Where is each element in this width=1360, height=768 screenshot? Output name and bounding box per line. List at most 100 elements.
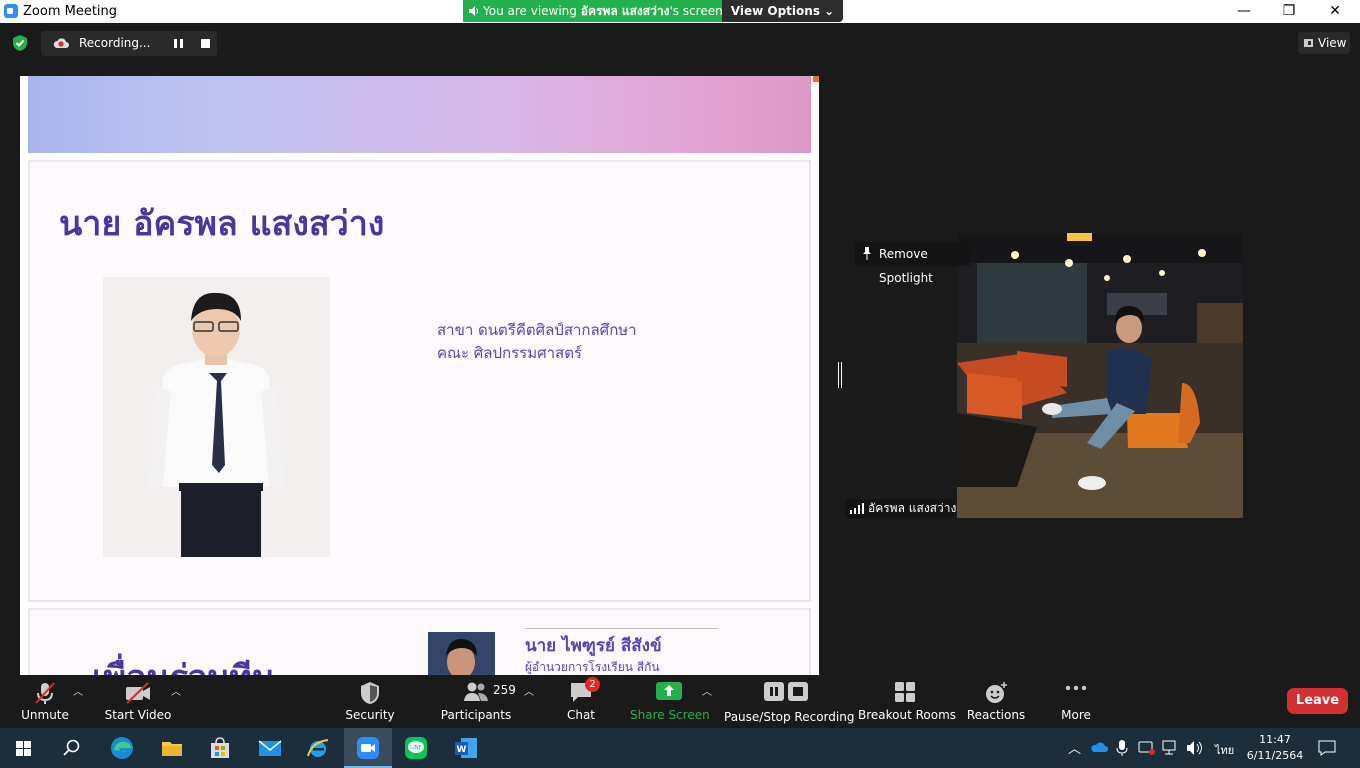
microphone-tray-icon[interactable] [1116, 740, 1128, 756]
pin-icon [863, 247, 871, 260]
taskbar-clock[interactable]: 11:47 6/11/2564 [1244, 732, 1306, 764]
pause-stop-recording-label: Pause/Stop Recording [724, 710, 855, 724]
banner-suffix: 's screen [669, 4, 722, 18]
search-icon[interactable] [58, 734, 86, 762]
participant-name-tag: อัครพล แสงสว่าง [845, 499, 957, 518]
video-off-icon [126, 682, 150, 704]
pause-stop-recording-button[interactable]: Pause/Stop Recording [724, 675, 855, 728]
volume-icon[interactable] [1186, 740, 1204, 756]
participants-icon [464, 682, 488, 701]
chat-unread-badge: 2 [585, 677, 600, 692]
speaker-icon [469, 6, 478, 16]
share-screen-icon [656, 682, 682, 700]
chat-label: Chat [566, 708, 596, 722]
windows-taskbar: LINE W ︿ ไทย 11:47 6/11/2564 [0, 728, 1360, 768]
pause-recording-icon[interactable] [174, 39, 183, 48]
close-button[interactable]: ✕ [1312, 0, 1358, 23]
zoom-taskbar-icon[interactable] [354, 734, 382, 762]
encryption-shield-icon[interactable] [12, 35, 28, 51]
input-language[interactable]: ไทย [1215, 741, 1234, 759]
unmute-label: Unmute [21, 708, 69, 722]
view-layout-icon [1304, 39, 1313, 47]
view-label: View [1318, 36, 1347, 50]
participants-chevron-icon[interactable]: ︿ [524, 683, 534, 698]
microsoft-store-icon[interactable] [206, 734, 234, 762]
title-bar: Zoom Meeting You are viewing อัครพล แสงส… [0, 0, 1360, 23]
microphone-muted-icon [35, 682, 55, 704]
profile-major: สาขา ดนตรีคีตศิลป์สากลศึกษา [437, 321, 637, 339]
profile-photo [103, 277, 330, 557]
spotlight-video[interactable] [957, 233, 1243, 518]
teammate-role: ผู้อำนวยการโรงเรียน สีกัน [525, 660, 660, 674]
svg-text:LINE: LINE [410, 745, 421, 751]
edge-browser-icon[interactable] [108, 734, 136, 762]
audio-options-chevron-icon[interactable]: ︿ [73, 683, 83, 698]
line-app-icon[interactable]: LINE [402, 734, 430, 762]
minimize-button[interactable]: — [1221, 0, 1267, 23]
file-explorer-icon[interactable] [158, 734, 186, 762]
reactions-button[interactable]: Reactions [966, 675, 1026, 728]
breakout-rooms-button[interactable]: Breakout Rooms [858, 675, 957, 728]
windows-start-icon[interactable] [10, 734, 38, 762]
security-label: Security [345, 708, 395, 722]
security-button[interactable]: Security [340, 675, 400, 728]
banner-name: อัครพล แสงสว่าง [580, 4, 670, 18]
share-screen-label: Share Screen [630, 708, 710, 722]
shared-screen: นาย อัครพล แสงสว่าง สาขา ดนตรีคีตศิลป์สา… [20, 76, 819, 675]
recording-indicator: Recording... [41, 31, 217, 56]
tray-expand-chevron-icon[interactable]: ︿ [1068, 738, 1081, 757]
banner-prefix: You are viewing [483, 4, 581, 18]
teammate-photo [428, 632, 495, 675]
word-icon[interactable]: W [452, 734, 480, 762]
teammate-divider [525, 628, 718, 629]
participants-button[interactable]: 259 Participants [440, 675, 516, 728]
more-dots-icon [1065, 685, 1087, 691]
chat-button[interactable]: 2 Chat [556, 675, 606, 728]
participant-name: อัครพล แสงสว่าง [868, 501, 957, 515]
profile-slide: นาย อัครพล แสงสว่าง สาขา ดนตรีคีตศิลป์สา… [28, 160, 811, 602]
cloud-recording-icon [53, 38, 69, 48]
security-shield-icon [361, 682, 379, 704]
view-options-button[interactable]: View Options ⌄ [722, 0, 843, 22]
share-corner-marker [813, 76, 819, 82]
clock-date: 6/11/2564 [1246, 749, 1304, 762]
view-button[interactable]: View [1298, 32, 1350, 54]
teammate-name: นาย ไพฑูรย์ สีสังข์ [525, 636, 662, 656]
zoom-app-icon [4, 4, 18, 18]
zoom-window: Zoom Meeting You are viewing อัครพล แสงส… [0, 0, 1360, 768]
window-title: Zoom Meeting [23, 4, 118, 19]
team-slide: เพื่อนร่วมทีม นาย ไพฑูรย์ สีสังข์ ผู้อำน… [28, 608, 811, 675]
team-section-title: เพื่อนร่วมทีม [92, 650, 274, 675]
video-options-chevron-icon[interactable]: ︿ [171, 683, 181, 698]
start-video-label: Start Video [104, 708, 172, 722]
more-button[interactable]: More [1052, 675, 1100, 728]
share-screen-button[interactable]: Share Screen [630, 675, 710, 728]
profile-info: สาขา ดนตรีคีตศิลป์สากลศึกษา คณะ ศิลปกรรม… [437, 319, 637, 365]
mail-icon[interactable] [256, 734, 284, 762]
panel-resize-handle[interactable] [838, 362, 842, 388]
notifications-icon[interactable] [1318, 740, 1336, 756]
stop-recording-icon[interactable] [201, 39, 210, 48]
share-options-chevron-icon[interactable]: ︿ [702, 683, 712, 698]
leave-meeting-button[interactable]: Leave [1287, 688, 1348, 714]
start-video-button[interactable]: Start Video [104, 675, 172, 728]
reactions-smiley-icon [986, 682, 1007, 703]
viewing-screen-banner: You are viewing อัครพล แสงสว่าง's screen [463, 0, 722, 22]
clock-time: 11:47 [1259, 733, 1291, 746]
breakout-rooms-icon [895, 682, 915, 702]
recording-tray-icon[interactable] [1138, 740, 1156, 756]
onedrive-icon[interactable] [1090, 741, 1108, 753]
remove-spotlight-button[interactable]: Remove Spotlight [855, 242, 970, 285]
reactions-label: Reactions [966, 708, 1026, 722]
breakout-rooms-label: Breakout Rooms [858, 708, 957, 722]
more-label: More [1061, 708, 1091, 722]
profile-name: นาย อัครพล แสงสว่าง [59, 204, 385, 244]
network-icon[interactable] [1162, 740, 1180, 756]
slide-gradient-banner [28, 76, 811, 153]
unmute-button[interactable]: Unmute [14, 675, 76, 728]
recording-label: Recording... [79, 36, 151, 50]
internet-explorer-icon[interactable] [304, 734, 332, 762]
restore-button[interactable]: ❐ [1266, 0, 1312, 23]
pause-stop-recording-icon [764, 682, 808, 701]
profile-faculty: คณะ ศิลปกรรมศาสตร์ [437, 344, 582, 362]
